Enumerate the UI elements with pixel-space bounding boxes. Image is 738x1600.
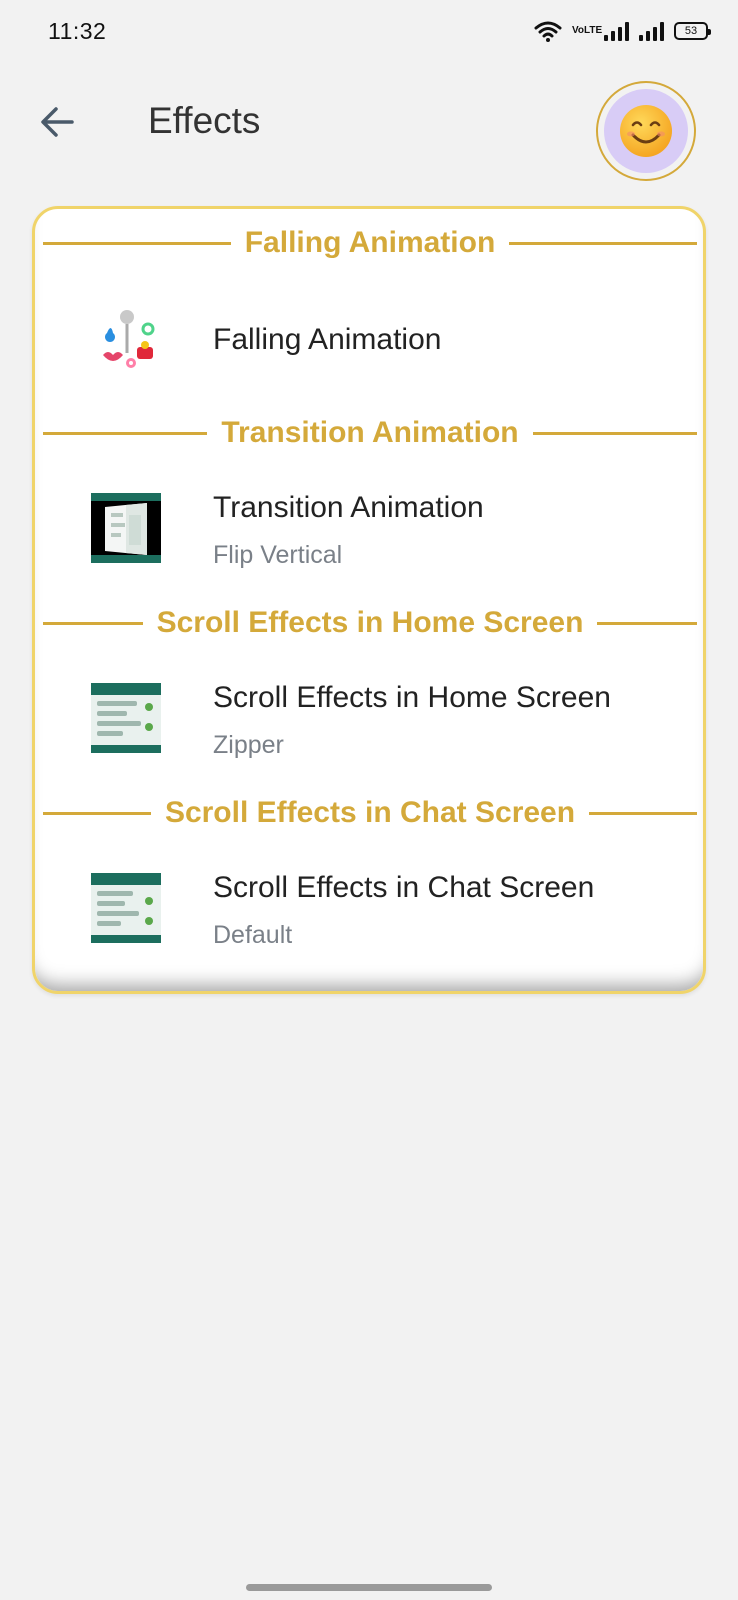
divider: [532, 431, 698, 435]
item-title: Falling Animation: [213, 323, 442, 356]
divider: [43, 621, 143, 625]
section-title: Scroll Effects in Chat Screen: [164, 796, 576, 829]
back-button[interactable]: [36, 100, 80, 144]
battery-icon: 53: [674, 22, 711, 40]
section-header-chat-scroll: Scroll Effects in Chat Screen: [43, 793, 698, 833]
wifi-icon: [534, 21, 562, 42]
arrow-left-icon: [41, 107, 74, 137]
home-screen-thumbnail: [91, 683, 161, 753]
status-time: 11:32: [48, 18, 107, 44]
signal-1-icon: [604, 21, 629, 41]
item-title: Transition Animation: [213, 491, 484, 524]
page-title: Effects: [148, 100, 261, 141]
avatar: [604, 89, 688, 173]
item-subtitle: Zipper: [213, 731, 284, 759]
avatar-button[interactable]: [596, 81, 696, 181]
section-title: Scroll Effects in Home Screen: [156, 606, 584, 639]
falling-items-icon: [103, 310, 155, 368]
list-item-transition-animation[interactable]: Transition Animation Flip Vertical: [35, 461, 703, 611]
smiling-face-icon: [620, 105, 672, 157]
section-header-falling: Falling Animation: [43, 223, 698, 263]
status-icons: VoLTE 53: [534, 20, 711, 42]
flip-screen-thumbnail: [91, 493, 161, 563]
volte-icon: VoLTE: [572, 25, 603, 36]
section-header-transition: Transition Animation: [43, 413, 698, 453]
item-subtitle: Flip Vertical: [213, 541, 343, 569]
divider: [597, 621, 697, 625]
item-title: Scroll Effects in Home Screen: [213, 681, 611, 714]
divider: [43, 811, 151, 815]
section-header-home-scroll: Scroll Effects in Home Screen: [43, 603, 697, 643]
chat-screen-thumbnail: [91, 873, 161, 943]
divider: [43, 431, 208, 435]
status-bar: 11:32 VoLTE 53: [0, 0, 738, 64]
divider: [509, 241, 698, 245]
list-item-home-scroll-effects[interactable]: Scroll Effects in Home Screen Zipper: [35, 651, 703, 801]
effects-card: Falling Animation Falling Animation Tran…: [32, 206, 706, 994]
signal-2-icon: [639, 21, 664, 41]
section-title: Transition Animation: [221, 416, 519, 449]
divider: [43, 241, 231, 245]
item-subtitle: Default: [213, 921, 293, 949]
battery-level: 53: [684, 25, 698, 37]
item-title: Scroll Effects in Chat Screen: [213, 871, 595, 904]
home-indicator[interactable]: [246, 1584, 492, 1591]
section-title: Falling Animation: [244, 226, 496, 259]
divider: [589, 811, 698, 815]
list-item-chat-scroll-effects[interactable]: Scroll Effects in Chat Screen Default: [35, 841, 703, 991]
list-item-falling-animation[interactable]: Falling Animation: [35, 271, 703, 421]
